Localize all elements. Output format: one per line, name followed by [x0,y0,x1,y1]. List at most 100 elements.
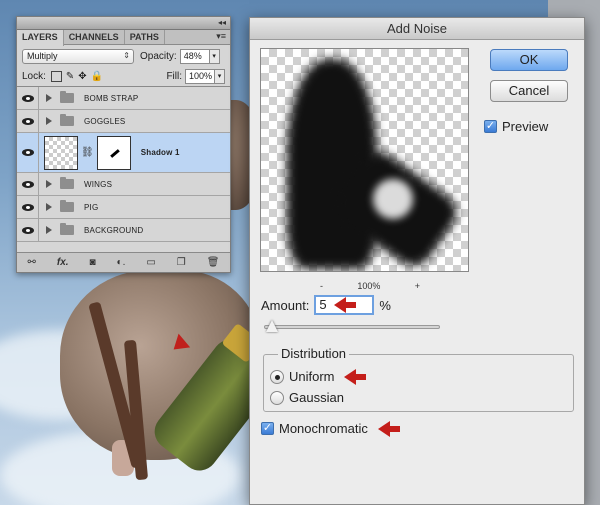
opacity-dropdown-icon[interactable]: ▾ [209,48,220,64]
zoom-row: - 100% + [320,281,420,291]
amount-label: Amount: [261,297,310,313]
annotation-arrow-icon [344,369,366,385]
eye-icon [21,149,34,156]
layers-bottom-bar: ⚯ fx. ◙ ◐. ▭ ❐ 🗑 [17,252,230,272]
eye-icon [21,226,34,234]
mask-thumbnail[interactable] [96,135,131,170]
visibility-toggle[interactable] [17,110,39,132]
ok-button[interactable]: OK [490,49,568,71]
fx-icon[interactable]: fx. [57,257,69,268]
preview-highlight [373,179,413,219]
lock-transparency-icon[interactable] [50,71,62,82]
folder-icon [60,223,74,235]
annotation-arrow-icon [334,297,356,313]
eye-icon [21,94,34,102]
new-layer-icon[interactable]: ❐ [177,257,186,268]
monochromatic-label: Monochromatic [279,421,368,436]
mask-icon[interactable]: ◙ [90,257,96,268]
trash-icon[interactable]: 🗑 [207,257,220,268]
uniform-label: Uniform [289,369,335,384]
layer-name: WINGS [84,179,113,189]
distribution-group: Distribution Uniform Gaussian [263,346,574,412]
adjustment-icon[interactable]: ◐. [117,257,126,268]
amount-slider-track[interactable] [264,325,440,329]
panel-titlebar[interactable]: ◂◂ [17,17,230,30]
layer-name: Shadow 1 [140,148,180,157]
folder-icon [60,114,74,126]
fill-label: Fill: [166,71,182,82]
blend-row: Multiply ⇕ Opacity: 48% ▾ [17,45,230,67]
lock-move-icon[interactable]: ✥ [78,71,86,82]
fill-dropdown-icon[interactable]: ▾ [215,69,225,84]
layer-row[interactable]: PIG [17,196,230,219]
radio-selected-icon [270,369,284,384]
visibility-toggle[interactable] [17,219,39,241]
link-icon[interactable]: ⛓ [81,147,94,158]
fill-field[interactable]: 100% [185,69,215,84]
amount-row: Amount: 5 % [261,295,391,315]
tab-paths[interactable]: PATHS [125,30,165,44]
layer-thumbnail [44,135,78,170]
visibility-toggle[interactable] [17,87,39,109]
add-noise-dialog: Add Noise - 100% + OK Cancel ✓ Preview A… [249,17,585,505]
opacity-label: Opacity: [140,50,177,62]
expand-arrow-icon[interactable] [46,203,52,211]
folder-icon [60,91,74,103]
expand-arrow-icon[interactable] [46,94,52,102]
zoom-out-button[interactable]: - [320,281,323,291]
opacity-field[interactable]: 48% [179,48,210,64]
layer-row-selected[interactable]: ⛓ Shadow 1 [17,133,230,173]
visibility-toggle[interactable] [17,196,39,218]
eye-icon [21,180,34,188]
expand-arrow-icon[interactable] [46,117,52,125]
layer-row[interactable]: BOMB STRAP [17,87,230,110]
checkmark-icon: ✓ [261,422,274,435]
annotation-arrow-icon [378,421,400,437]
cancel-button[interactable]: Cancel [490,80,568,102]
layer-name: GOGGLES [84,116,126,126]
checkmark-icon: ✓ [484,120,497,133]
blend-mode-value: Multiply [27,50,58,61]
tab-channels[interactable]: CHANNELS [64,30,125,44]
preview-checkbox[interactable]: ✓ Preview [484,119,548,134]
lock-label: Lock: [22,71,46,82]
blend-mode-select[interactable]: Multiply ⇕ [22,48,134,64]
gaussian-label: Gaussian [289,390,344,405]
panel-menu-icon[interactable]: ▾≡ [216,31,226,42]
lock-all-icon[interactable]: 🔒 [91,71,103,82]
folder-icon [60,177,74,189]
collapse-icon[interactable]: ◂◂ [218,18,226,27]
visibility-toggle[interactable] [17,133,39,172]
radio-unselected-icon [270,390,284,405]
layer-name: PIG [84,202,99,212]
folder-icon[interactable]: ▭ [146,257,155,268]
preview-window[interactable] [260,48,469,272]
expand-arrow-icon[interactable] [46,226,52,234]
layer-list: BOMB STRAP GOGGLES ⛓ Shadow 1 WINGS PIG [17,87,230,242]
layer-row[interactable]: GOGGLES [17,110,230,133]
layer-row[interactable]: BACKGROUND [17,219,230,242]
amount-unit: % [379,297,391,313]
zoom-in-button[interactable]: + [415,281,420,291]
layers-panel: ◂◂ LAYERS CHANNELS PATHS ▾≡ Multiply ⇕ O… [16,16,231,273]
lock-brush-icon[interactable]: ✎ [66,71,74,82]
folder-icon [60,200,74,212]
eye-icon [21,117,34,125]
chevron-updown-icon: ⇕ [123,50,130,60]
monochromatic-checkbox[interactable]: ✓ Monochromatic [261,421,368,436]
layer-row[interactable]: WINGS [17,173,230,196]
preview-label: Preview [502,119,549,134]
layer-name: BACKGROUND [84,225,144,235]
zoom-value: 100% [357,281,381,291]
radio-gaussian[interactable]: Gaussian [270,390,344,405]
dialog-title: Add Noise [250,18,584,40]
distribution-label: Distribution [278,346,350,361]
expand-arrow-icon[interactable] [46,180,52,188]
radio-uniform[interactable]: Uniform [270,369,335,384]
tab-layers[interactable]: LAYERS [17,30,64,46]
panel-tabs: LAYERS CHANNELS PATHS ▾≡ [17,30,230,46]
link-icon[interactable]: ⚯ [27,257,35,268]
visibility-toggle[interactable] [17,173,39,195]
lock-row: Lock: ✎ ✥ 🔒 Fill: 100% ▾ [17,67,230,87]
amount-slider-thumb[interactable] [266,320,278,332]
